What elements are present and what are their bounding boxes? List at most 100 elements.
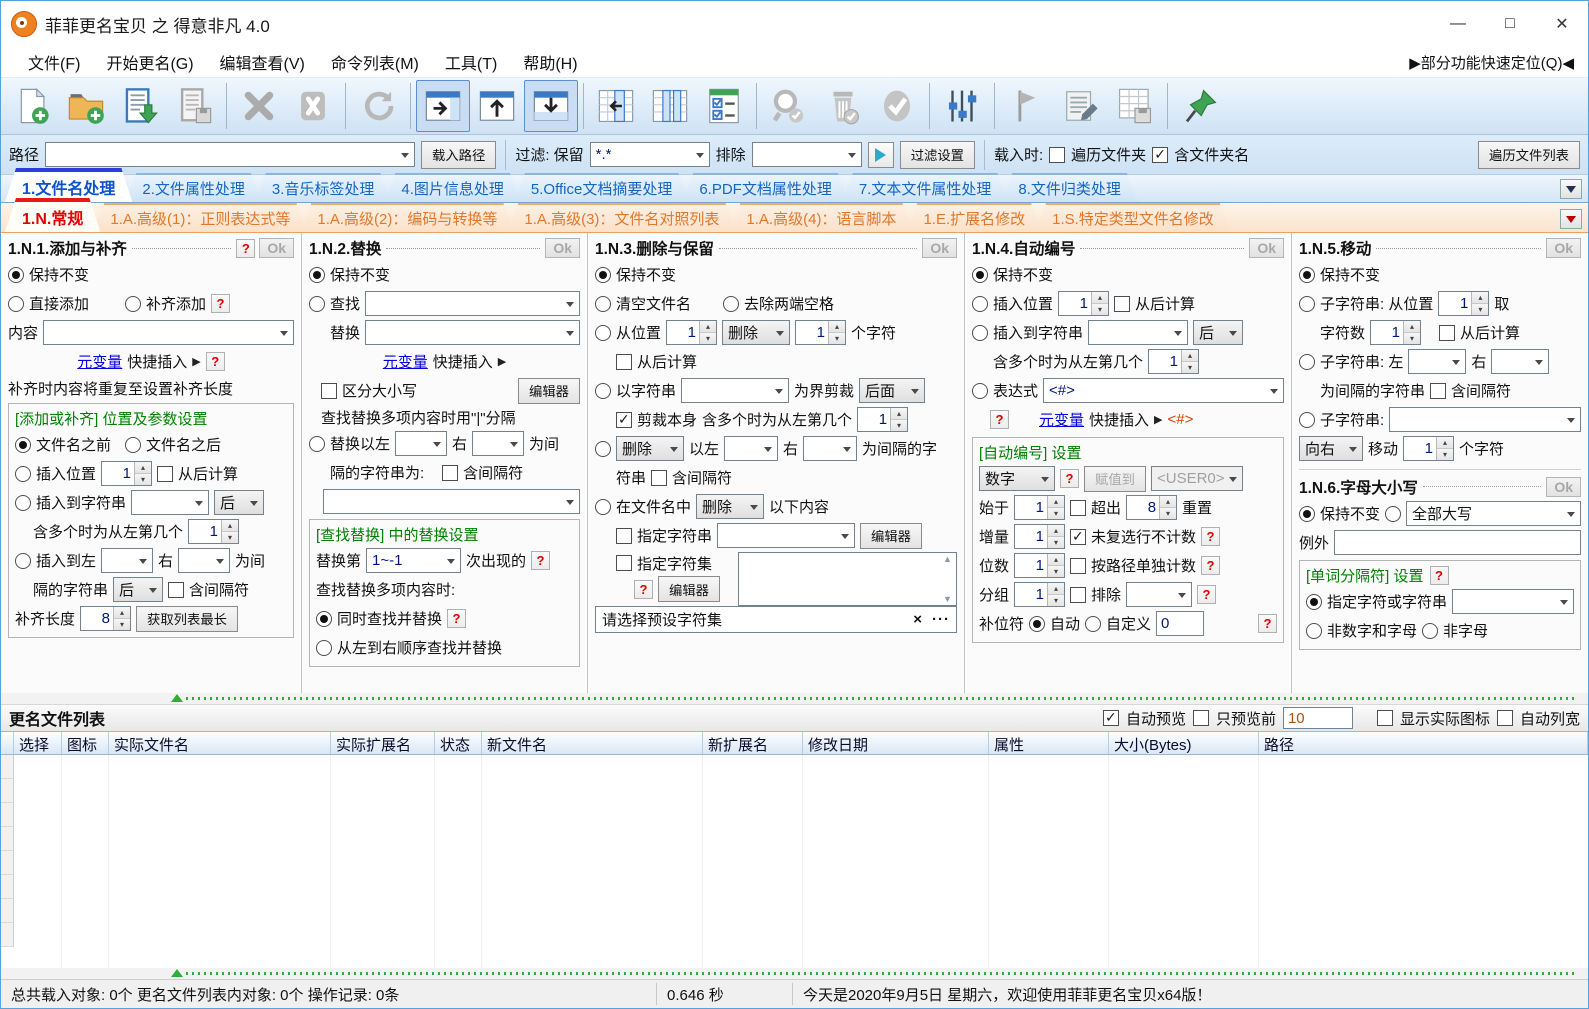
pin-icon[interactable] [1173, 80, 1227, 132]
path-input[interactable] [45, 142, 416, 167]
ok-button[interactable]: Ok [259, 238, 294, 258]
from-position-radio[interactable] [595, 324, 611, 341]
apply-filter-icon[interactable] [867, 141, 894, 168]
keep-unchanged-radio[interactable] [8, 266, 24, 283]
insert-string-input[interactable] [131, 490, 210, 515]
overflow-checkbox[interactable] [1070, 499, 1087, 516]
spin-up-icon[interactable]: ▴ [1437, 437, 1454, 449]
quick-locate-label[interactable]: ▶部分功能快速定位(Q)◀ [1409, 52, 1588, 73]
spin-down-icon[interactable]: ▾ [1404, 333, 1421, 344]
help-button[interactable]: ? [1060, 469, 1079, 488]
substring-between-radio[interactable] [1299, 353, 1315, 370]
spec-char-input[interactable] [1452, 589, 1574, 614]
nth-occurrence-spinner[interactable]: 1 ▴ ▾ [188, 519, 240, 544]
new-file-icon[interactable] [5, 80, 59, 132]
auto-preview-checkbox[interactable] [1102, 709, 1119, 726]
digits-spinner[interactable]: 1 ▴ ▾ [1014, 553, 1066, 578]
spin-down-icon[interactable]: ▾ [891, 420, 908, 431]
metavar-link[interactable]: 元变量 [77, 351, 122, 372]
help-button[interactable]: ? [1429, 565, 1449, 585]
spin-down-icon[interactable]: ▾ [222, 532, 239, 543]
traverse-folders-checkbox[interactable] [1049, 146, 1066, 163]
start-spinner[interactable]: 1 ▴ ▾ [1014, 495, 1066, 520]
occurrence-select[interactable]: 1~-1 [366, 548, 462, 573]
scroll-up-icon[interactable]: ▲ [943, 554, 952, 564]
editor-button[interactable]: 编辑器 [860, 522, 922, 549]
tab-office-summary[interactable]: 5.Office文档摘要处理 [514, 173, 689, 202]
spin-down-icon[interactable]: ▾ [1048, 566, 1065, 577]
clear-name-radio[interactable] [595, 295, 611, 312]
move-spinner[interactable]: 1 ▴ ▾ [1403, 436, 1455, 461]
sep-before-after-select[interactable]: 后 [113, 577, 164, 602]
charset-editor-button[interactable]: 编辑器 [658, 576, 720, 602]
insert-between-radio[interactable] [15, 552, 31, 569]
export-table-icon[interactable] [1108, 80, 1162, 132]
show-top-panel-icon[interactable] [470, 80, 524, 132]
direction-select[interactable]: 向右 [1299, 436, 1363, 461]
col-actual-filename[interactable]: 实际文件名 [109, 732, 331, 754]
show-real-icons-checkbox[interactable] [1376, 710, 1393, 726]
non-alnum-radio[interactable] [1306, 622, 1322, 639]
spin-down-icon[interactable]: ▾ [1160, 508, 1177, 519]
expand-arrow-icon[interactable]: ▶ [498, 355, 506, 368]
insert-string-input[interactable] [1088, 320, 1189, 345]
browse-preset-icon[interactable]: ··· [932, 611, 950, 628]
insert-pos-radio[interactable] [15, 465, 31, 482]
right-delim-input[interactable] [803, 436, 858, 461]
include-separator-checkbox[interactable] [442, 464, 459, 481]
spin-up-icon[interactable]: ▴ [114, 607, 131, 619]
help-button[interactable]: ? [1258, 614, 1277, 633]
expand-arrow-icon[interactable]: ▶ [192, 355, 200, 368]
horizontal-splitter-bottom[interactable] [1, 968, 1588, 979]
save-list-icon[interactable] [167, 80, 221, 132]
spin-up-icon[interactable]: ▴ [1048, 525, 1065, 537]
splitter-grip-icon[interactable] [171, 969, 183, 977]
col-status[interactable]: 状态 [435, 732, 482, 754]
spin-down-icon[interactable]: ▾ [1048, 537, 1065, 548]
delete-between-radio[interactable] [595, 440, 611, 457]
number-type-select[interactable]: 数字 [979, 466, 1055, 491]
flag-icon[interactable] [1000, 80, 1054, 132]
keep-unchanged-radio[interactable] [1299, 266, 1315, 283]
exclude-input[interactable] [751, 142, 862, 167]
increment-spinner[interactable]: 1 ▴ ▾ [1014, 524, 1066, 549]
traverse-file-list-button[interactable]: 遍历文件列表 [1478, 140, 1580, 169]
menu-edit-view[interactable]: 编辑查看(V) [207, 50, 318, 74]
case-mode-radio[interactable] [1385, 505, 1402, 522]
help-button[interactable]: ? [205, 352, 225, 371]
keep-unchanged-radio[interactable] [309, 266, 325, 283]
insert-pos-spinner[interactable]: 1 ▴ ▾ [101, 461, 153, 486]
help-button[interactable]: ? [634, 579, 653, 599]
spin-up-icon[interactable]: ▴ [1404, 321, 1421, 333]
help-button[interactable]: ? [211, 294, 231, 313]
by-string-radio[interactable] [595, 382, 611, 399]
metavar-link[interactable]: 元变量 [1039, 409, 1084, 430]
help-button[interactable]: ? [531, 551, 551, 570]
delete-keep-select3[interactable]: 删除 [696, 494, 765, 519]
group-spinner[interactable]: 1 ▴ ▾ [1014, 582, 1066, 607]
find-radio[interactable] [309, 295, 325, 312]
menu-command-list[interactable]: 命令列表(M) [318, 50, 432, 74]
simultaneous-radio[interactable] [316, 610, 332, 627]
exclude-input[interactable] [1126, 582, 1193, 607]
spin-up-icon[interactable]: ▴ [1048, 583, 1065, 595]
help-button[interactable]: ? [236, 238, 256, 258]
menu-start-rename[interactable]: 开始更名(G) [93, 50, 206, 74]
nth-occurrence-spinner[interactable]: 1 ▴ ▾ [1148, 349, 1200, 374]
col-icon[interactable]: 图标 [62, 732, 109, 754]
right-delim-input[interactable] [472, 431, 525, 456]
filter-keep-input[interactable]: *.* [589, 142, 710, 167]
before-after-select[interactable]: 后 [214, 490, 265, 515]
col-new-filename[interactable]: 新文件名 [482, 732, 703, 754]
menu-help[interactable]: 帮助(H) [510, 50, 590, 74]
count-by-path-checkbox[interactable] [1070, 557, 1087, 574]
nth-occurrence-spinner[interactable]: 1 ▴ ▾ [857, 407, 909, 432]
file-table-body[interactable] [1, 755, 1588, 968]
cut-side-select[interactable]: 后面 [859, 378, 926, 403]
spin-up-icon[interactable]: ▴ [222, 520, 239, 532]
assign-to-button[interactable]: 赋值到 [1084, 465, 1146, 492]
search-icon[interactable] [762, 80, 816, 132]
position-spinner[interactable]: 1 ▴ ▾ [666, 320, 718, 345]
insert-to-string-radio[interactable] [15, 494, 31, 511]
spin-down-icon[interactable]: ▾ [1048, 508, 1065, 519]
